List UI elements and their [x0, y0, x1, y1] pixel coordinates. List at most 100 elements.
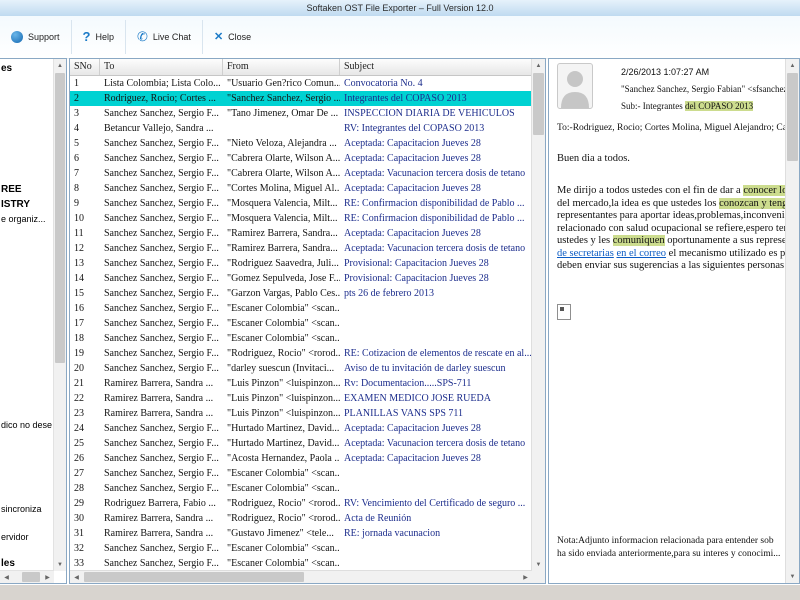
mail-row[interactable]: 9 Sanchez Sanchez, Sergio F... "Mosquera V… — [70, 196, 532, 211]
support-button[interactable]: Support — [0, 21, 71, 53]
mail-row[interactable]: 32 Sanchez Sanchez, Sergio F... "Escaner C… — [70, 541, 532, 556]
preview-body-line: de secretarias en el correo el mecanismo… — [557, 248, 786, 261]
mail-row[interactable]: 33 Sanchez Sanchez, Sergio F... "Escaner C… — [70, 556, 532, 571]
mail-row[interactable]: 7 Sanchez Sanchez, Sergio F... "Cabrera Ol… — [70, 166, 532, 181]
column-header-subject[interactable]: Subject — [340, 59, 532, 75]
mail-row[interactable]: 31 Ramirez Barrera, Sandra ... "Gustavo Ji… — [70, 526, 532, 541]
mail-row[interactable]: 30 Ramirez Barrera, Sandra ... "Rodriguez,… — [70, 511, 532, 526]
mail-row[interactable]: 16 Sanchez Sanchez, Sergio F... "Escaner C… — [70, 301, 532, 316]
cell-from: "Acosta Hernandez, Paola ... — [227, 453, 340, 464]
scroll-right-arrow-icon[interactable]: ▶ — [519, 571, 532, 583]
close-button[interactable]: ✕ Close — [203, 21, 262, 53]
cell-subject — [340, 316, 532, 331]
folder-tree-item[interactable]: REE — [1, 184, 22, 195]
column-header-sno[interactable]: SNo — [70, 59, 100, 75]
cell-subject — [340, 466, 532, 481]
scrollbar-thumb[interactable] — [84, 572, 304, 582]
mail-row[interactable]: 10 Sanchez Sanchez, Sergio F... "Mosquera … — [70, 211, 532, 226]
mail-row[interactable]: 21 Ramirez Barrera, Sandra ... "Luis Pinzo… — [70, 376, 532, 391]
scrollbar-thumb[interactable] — [533, 73, 544, 135]
preview-link[interactable]: de secretarias — [557, 248, 614, 259]
scrollbar-thumb[interactable] — [22, 572, 40, 582]
preview-body-line: representantes para aportar ideas,proble… — [557, 210, 786, 223]
tree-vertical-scrollbar[interactable]: ▲ ▼ — [53, 59, 66, 571]
mail-row[interactable]: 5 Sanchez Sanchez, Sergio F... "Nieto Velo… — [70, 136, 532, 151]
column-header-to[interactable]: To — [100, 59, 223, 75]
cell-subject: Acta de Reunión — [344, 513, 412, 524]
cell-to: Sanchez Sanchez, Sergio F... — [104, 483, 219, 494]
list-horizontal-scrollbar[interactable]: ◀ ▶ — [70, 570, 532, 583]
body-text: relacionado con salud ocupacional se ref… — [557, 222, 786, 234]
cell-sno: 8 — [74, 183, 79, 194]
note-line: Nota:Adjunto informacion relacionada par… — [557, 536, 774, 546]
mail-row[interactable]: 8 Sanchez Sanchez, Sergio F... "Cortes Mol… — [70, 181, 532, 196]
help-button[interactable]: ? Help — [72, 21, 125, 53]
folder-tree-item[interactable]: les — [1, 558, 15, 569]
list-vertical-scrollbar[interactable]: ▲ ▼ — [531, 59, 545, 571]
preview-vertical-scrollbar[interactable]: ▲ ▼ — [785, 59, 799, 583]
scroll-left-arrow-icon[interactable]: ◀ — [0, 571, 13, 583]
folder-tree-item[interactable]: ervidor — [1, 532, 29, 542]
folder-tree-item[interactable]: es — [1, 63, 12, 74]
column-header-from[interactable]: From — [223, 59, 340, 75]
scrollbar-thumb[interactable] — [787, 73, 798, 161]
mail-row[interactable]: 27 Sanchez Sanchez, Sergio F... "Escaner C… — [70, 466, 532, 481]
mail-row[interactable]: 2 Rodriguez, Rocio; Cortes ... "Sanchez Sa… — [70, 91, 532, 106]
mail-row[interactable]: 15 Sanchez Sanchez, Sergio F... "Garzon Va… — [70, 286, 532, 301]
mail-row[interactable]: 6 Sanchez Sanchez, Sergio F... "Cabrera Ol… — [70, 151, 532, 166]
folder-tree-item[interactable]: ISTRY — [1, 199, 30, 210]
cell-to: Rodriguez Barrera, Fabio ... — [104, 498, 216, 509]
cell-subject: RV: Vencimiento del Certificado de segur… — [344, 498, 526, 509]
mail-row[interactable]: 18 Sanchez Sanchez, Sergio F... "Escaner C… — [70, 331, 532, 346]
scroll-down-arrow-icon[interactable]: ▼ — [532, 558, 545, 571]
scroll-left-arrow-icon[interactable]: ◀ — [70, 571, 83, 583]
mail-row[interactable]: 14 Sanchez Sanchez, Sergio F... "Gomez Sep… — [70, 271, 532, 286]
cell-subject: Aceptada: Capacitacion Jueves 28 — [344, 183, 481, 194]
mail-row[interactable]: 25 Sanchez Sanchez, Sergio F... "Hurtado M… — [70, 436, 532, 451]
cell-to: Sanchez Sanchez, Sergio F... — [104, 243, 219, 254]
mail-row[interactable]: 12 Sanchez Sanchez, Sergio F... "Ramirez B… — [70, 241, 532, 256]
folder-tree-item[interactable]: e organiz... — [1, 214, 46, 224]
cell-subject: Aceptada: Vacunacion tercera dosis de te… — [344, 168, 526, 179]
scroll-down-arrow-icon[interactable]: ▼ — [786, 570, 799, 583]
mail-row[interactable]: 1 Lista Colombia; Lista Colo... "Usuario G… — [70, 76, 532, 91]
scroll-up-arrow-icon[interactable]: ▲ — [786, 59, 799, 72]
mail-row[interactable]: 20 Sanchez Sanchez, Sergio F... "darley su… — [70, 361, 532, 376]
cell-from — [223, 121, 340, 136]
mail-row[interactable]: 4 Betancur Vallejo, Sandra ... RV: Integra… — [70, 121, 532, 136]
attachment-placeholder-icon[interactable] — [557, 304, 571, 320]
cell-subject: Rv: Documentacion.....SPS-711 — [344, 378, 472, 389]
folder-tree-item[interactable]: dico no dese — [1, 420, 52, 430]
cell-subject — [340, 481, 532, 496]
cell-sno: 21 — [74, 378, 84, 389]
mail-row[interactable]: 3 Sanchez Sanchez, Sergio F... "Tano Jimen… — [70, 106, 532, 121]
mail-row[interactable]: 19 Sanchez Sanchez, Sergio F... "Rodriguez… — [70, 346, 532, 361]
mail-row[interactable]: 17 Sanchez Sanchez, Sergio F... "Escaner C… — [70, 316, 532, 331]
cell-subject: RV: Integrantes del COPASO 2013 — [344, 123, 485, 134]
scrollbar-thumb[interactable] — [55, 73, 65, 363]
cell-from: "Mosquera Valencia, Milt... — [227, 213, 338, 224]
folder-tree-item[interactable]: sincroniza — [1, 504, 42, 514]
tree-horizontal-scrollbar[interactable]: ◀ ▶ — [0, 570, 54, 583]
cell-sno: 11 — [74, 228, 84, 239]
cell-subject: Aceptada: Capacitacion Jueves 28 — [344, 453, 481, 464]
mail-row[interactable]: 29 Rodriguez Barrera, Fabio ... "Rodriguez… — [70, 496, 532, 511]
body-text: ustedes y les — [557, 235, 613, 246]
mail-row[interactable]: 23 Ramirez Barrera, Sandra ... "Luis Pinzo… — [70, 406, 532, 421]
cell-from: "Ramirez Barrera, Sandra... — [227, 228, 338, 239]
mail-row[interactable]: 11 Sanchez Sanchez, Sergio F... "Ramirez B… — [70, 226, 532, 241]
scroll-up-arrow-icon[interactable]: ▲ — [532, 59, 545, 72]
preview-link[interactable]: en el correo — [616, 248, 666, 259]
mail-row[interactable]: 22 Ramirez Barrera, Sandra ... "Luis Pinzo… — [70, 391, 532, 406]
scroll-right-arrow-icon[interactable]: ▶ — [41, 571, 54, 583]
mail-row[interactable]: 28 Sanchez Sanchez, Sergio F... "Escaner C… — [70, 481, 532, 496]
title-bar[interactable]: Softaken OST File Exporter – Full Versio… — [0, 0, 800, 16]
live-chat-button[interactable]: ✆ Live Chat — [126, 21, 202, 53]
cell-to: Sanchez Sanchez, Sergio F... — [104, 138, 219, 149]
mail-row[interactable]: 26 Sanchez Sanchez, Sergio F... "Acosta He… — [70, 451, 532, 466]
scroll-down-arrow-icon[interactable]: ▼ — [54, 558, 66, 571]
mail-row[interactable]: 13 Sanchez Sanchez, Sergio F... "Rodriguez… — [70, 256, 532, 271]
cell-subject — [340, 331, 532, 346]
mail-row[interactable]: 24 Sanchez Sanchez, Sergio F... "Hurtado M… — [70, 421, 532, 436]
scroll-up-arrow-icon[interactable]: ▲ — [54, 59, 66, 72]
